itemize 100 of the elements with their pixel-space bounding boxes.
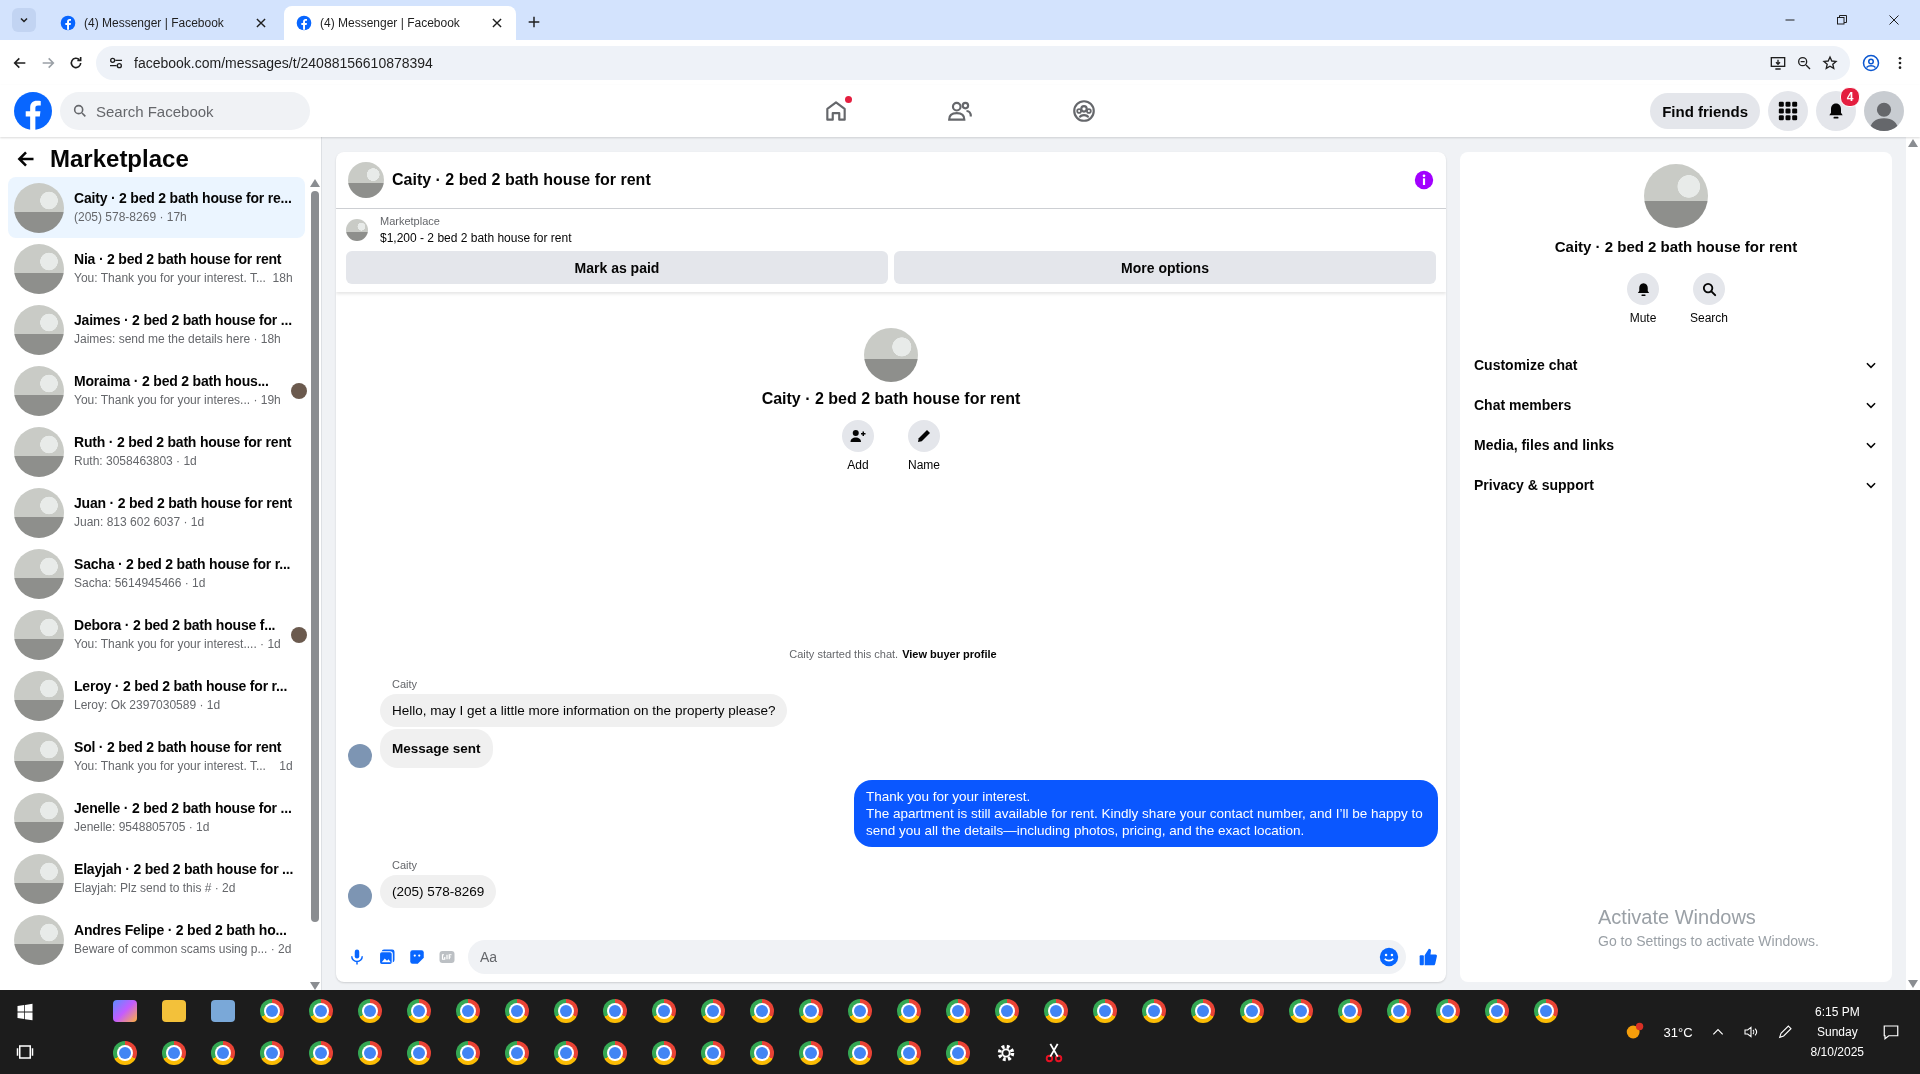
conversation-item[interactable]: Juan · 2 bed 2 bath house for rent Juan: 813 602 6037 · 1d <box>8 482 305 543</box>
scrollbar-thumb[interactable] <box>311 191 319 922</box>
conversation-item[interactable]: Leroy · 2 bed 2 bath house for r... Leroy: Ok 2397030589 · 1d <box>8 665 305 726</box>
restore-icon[interactable] <box>1836 14 1848 26</box>
edit-button[interactable]: Name <box>903 420 945 472</box>
browser-icon[interactable] <box>308 999 333 1023</box>
add-button[interactable]: Add <box>837 420 879 472</box>
browser-icon[interactable] <box>749 1041 774 1065</box>
action-button[interactable]: Mark as paid <box>346 251 888 284</box>
browser-icon[interactable] <box>994 999 1019 1023</box>
browser-icon[interactable] <box>259 1041 284 1065</box>
app-window-icon[interactable] <box>210 1000 235 1022</box>
notification-center-icon[interactable] <box>1882 1023 1900 1041</box>
zoom-icon[interactable] <box>1796 54 1812 71</box>
pen-icon[interactable] <box>1776 1024 1793 1040</box>
info-icon[interactable] <box>1414 170 1434 190</box>
browser-icon[interactable] <box>1190 999 1215 1023</box>
conversation-item[interactable]: Sol · 2 bed 2 bath house for rent You: Thank you for your interest. T... 1d <box>8 726 305 787</box>
browser-icon[interactable] <box>651 999 676 1023</box>
copilot-icon[interactable] <box>112 1000 137 1022</box>
conversation-item[interactable]: Jenelle · 2 bed 2 bath house for ... Jenelle: 9548805705 · 1d <box>8 787 305 848</box>
conversation-item[interactable]: Debora · 2 bed 2 bath house f... You: Thank you for your interest.... · 1d <box>8 604 305 665</box>
browser-icon[interactable] <box>847 1041 872 1065</box>
browser-icon[interactable] <box>602 999 627 1023</box>
browser-icon[interactable] <box>1533 999 1558 1023</box>
browser-icon[interactable] <box>847 999 872 1023</box>
install-app-icon[interactable] <box>1770 54 1786 71</box>
browser-tab[interactable]: (4) Messenger | Facebook <box>284 6 516 40</box>
home-icon[interactable] <box>823 98 849 124</box>
new-tab-icon[interactable] <box>526 14 542 30</box>
groups-icon[interactable] <box>1071 98 1097 124</box>
gear-icon[interactable] <box>995 1042 1017 1064</box>
browser-tab[interactable]: (4) Messenger | Facebook <box>48 6 280 40</box>
browser-icon[interactable] <box>553 999 578 1023</box>
browser-icon[interactable] <box>945 999 970 1023</box>
browser-icon[interactable] <box>112 1041 137 1065</box>
account-avatar[interactable] <box>1864 91 1904 131</box>
task-view-icon[interactable] <box>16 1043 34 1061</box>
conversation-item[interactable]: Nia · 2 bed 2 bath house for rent You: Thank you for your interest. T... 18h <box>8 238 305 299</box>
menu-button[interactable] <box>1768 91 1808 131</box>
speaker-icon[interactable] <box>1742 1024 1759 1040</box>
search-field[interactable]: Search Facebook <box>60 92 310 130</box>
browser-icon[interactable] <box>406 999 431 1023</box>
close-icon[interactable] <box>490 16 504 30</box>
action-button[interactable]: More options <box>894 251 1436 284</box>
browser-icon[interactable] <box>259 999 284 1023</box>
browser-icon[interactable] <box>700 999 725 1023</box>
message-input[interactable]: Aa <box>468 940 1406 974</box>
section-header[interactable]: Customize chat <box>1468 345 1884 385</box>
browser-icon[interactable] <box>406 1041 431 1065</box>
close-icon[interactable] <box>1888 14 1900 26</box>
browser-icon[interactable] <box>1288 999 1313 1023</box>
conversation-item[interactable]: Andres Felipe · 2 bed 2 bath ho... Beware of common scams using p... · 2d <box>8 909 305 970</box>
browser-icon[interactable] <box>602 1041 627 1065</box>
sticker-icon[interactable] <box>408 948 426 966</box>
browser-icon[interactable] <box>210 1041 235 1065</box>
scroll-up-icon[interactable] <box>1908 139 1918 147</box>
windows-start-icon[interactable] <box>16 1003 34 1021</box>
thumbs-up-icon[interactable] <box>1418 947 1438 967</box>
browser-icon[interactable] <box>1239 999 1264 1023</box>
facebook-logo-icon[interactable] <box>14 92 52 130</box>
browser-icon[interactable] <box>357 1041 382 1065</box>
browser-icon[interactable] <box>308 1041 333 1065</box>
section-header[interactable]: Privacy & support <box>1468 465 1884 505</box>
browser-icon[interactable] <box>1043 999 1068 1023</box>
browser-icon[interactable] <box>1337 999 1362 1023</box>
buyer-profile-link[interactable]: View buyer profile <box>902 648 997 660</box>
reload-icon[interactable] <box>68 54 84 71</box>
browser-icon[interactable] <box>1386 999 1411 1023</box>
address-bar[interactable]: facebook.com/messages/t/24088156610878394 <box>96 45 1850 80</box>
photo-icon[interactable] <box>378 948 396 966</box>
scroll-up-icon[interactable] <box>310 179 320 187</box>
browser-icon[interactable] <box>1092 999 1117 1023</box>
clock[interactable]: 6:15 PM Sunday 8/10/2025 <box>1810 1005 1864 1059</box>
scissors-icon[interactable] <box>1043 1042 1065 1064</box>
star-icon[interactable] <box>1822 54 1838 71</box>
close-icon[interactable] <box>254 16 268 30</box>
browser-icon[interactable] <box>896 999 921 1023</box>
conversation-item[interactable]: Sacha · 2 bed 2 bath house for r... Sacha: 5614945466 · 1d <box>8 543 305 604</box>
browser-icon[interactable] <box>896 1041 921 1065</box>
browser-icon[interactable] <box>1141 999 1166 1023</box>
conversation-item[interactable]: Jaimes · 2 bed 2 bath house for ... Jaimes: send me the details here · 18h <box>8 299 305 360</box>
browser-icon[interactable] <box>651 1041 676 1065</box>
browser-icon[interactable] <box>798 1041 823 1065</box>
browser-icon[interactable] <box>161 1041 186 1065</box>
browser-icon[interactable] <box>798 999 823 1023</box>
emoji-icon[interactable] <box>1379 947 1399 967</box>
browser-icon[interactable] <box>1484 999 1509 1023</box>
section-header[interactable]: Media, files and links <box>1468 425 1884 465</box>
scroll-down-icon[interactable] <box>1908 980 1918 988</box>
profile-icon[interactable] <box>1862 53 1880 72</box>
conversation-item[interactable]: Ruth · 2 bed 2 bath house for rent Ruth: 3058463803 · 1d <box>8 421 305 482</box>
conversation-item[interactable]: Caity · 2 bed 2 bath house for re... (205) 578-8269 · 17h <box>8 177 305 238</box>
section-header[interactable]: Chat members <box>1468 385 1884 425</box>
browser-icon[interactable] <box>553 1041 578 1065</box>
browser-icon[interactable] <box>504 999 529 1023</box>
browser-icon[interactable] <box>455 999 480 1023</box>
browser-icon[interactable] <box>700 1041 725 1065</box>
browser-icon[interactable] <box>749 999 774 1023</box>
folder-icon[interactable] <box>161 1000 186 1022</box>
